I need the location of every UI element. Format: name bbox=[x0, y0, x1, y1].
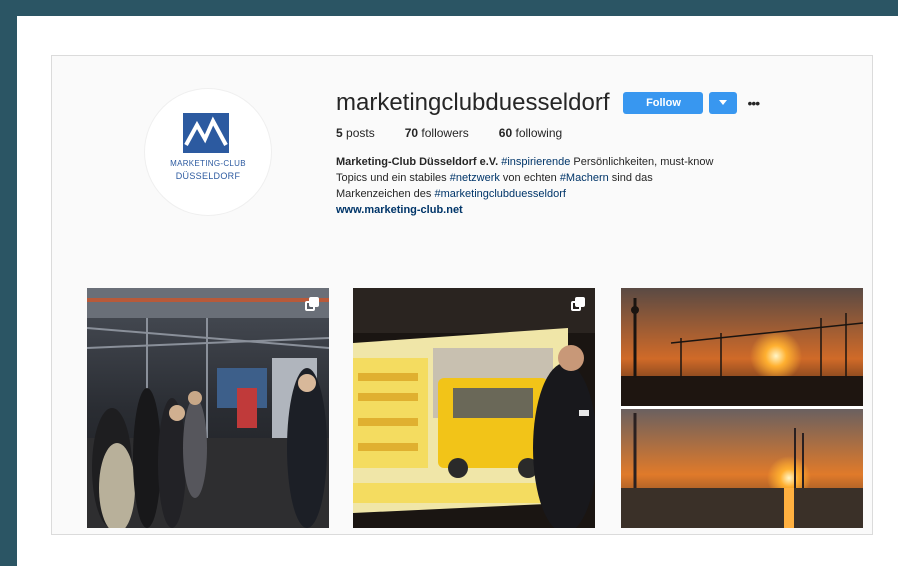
event-hall-photo bbox=[87, 288, 329, 528]
avatar[interactable]: MARKETING-CLUB DÜSSELDORF bbox=[145, 89, 271, 215]
multiple-photos-icon bbox=[571, 297, 585, 311]
multiple-photos-icon bbox=[305, 297, 319, 311]
post-thumbnail-3[interactable] bbox=[621, 288, 863, 528]
posts-count: 5 posts bbox=[336, 126, 375, 140]
screenshot-frame: MARKETING-CLUB DÜSSELDORF marketingclubd… bbox=[17, 16, 898, 566]
mountain-logo-icon bbox=[183, 113, 229, 153]
post-thumbnail-2[interactable] bbox=[353, 288, 595, 528]
logo-text-line1: MARKETING-CLUB bbox=[170, 159, 246, 168]
profile-info: marketingclubduesseldorf Follow ••• 5 po… bbox=[336, 86, 856, 216]
hashtag-link[interactable]: #Machern bbox=[560, 172, 609, 184]
logo-text-line2: DÜSSELDORF bbox=[175, 171, 241, 181]
instagram-profile-card: MARKETING-CLUB DÜSSELDORF marketingclubd… bbox=[51, 55, 873, 535]
following-count[interactable]: 60 following bbox=[499, 126, 562, 140]
bio-text: Topics und ein stabiles bbox=[336, 172, 450, 184]
hashtag-link[interactable]: #marketingclubduesseldorf bbox=[434, 188, 565, 200]
followers-label: followers bbox=[421, 126, 469, 140]
chevron-down-icon bbox=[719, 100, 728, 105]
post-thumbnail-1[interactable] bbox=[87, 288, 329, 528]
username: marketingclubduesseldorf bbox=[336, 89, 610, 116]
hashtag-link[interactable]: #netzwerk bbox=[450, 172, 500, 184]
following-label: following bbox=[515, 126, 563, 140]
full-name: Marketing-Club Düsseldorf e.V. bbox=[336, 156, 499, 168]
sunset-photo bbox=[621, 288, 863, 528]
posts-number: 5 bbox=[336, 126, 343, 140]
follow-button[interactable]: Follow bbox=[623, 92, 704, 114]
suggestions-dropdown-button[interactable] bbox=[709, 92, 738, 114]
name-row: marketingclubduesseldorf Follow ••• bbox=[336, 86, 856, 120]
bio-text: Markenzeichen des bbox=[336, 188, 435, 200]
bio-text: sind das bbox=[608, 172, 653, 184]
followers-number: 70 bbox=[404, 126, 419, 140]
ellipsis-icon[interactable]: ••• bbox=[747, 95, 760, 111]
posts-label: posts bbox=[346, 126, 375, 140]
bio: Marketing-Club Düsseldorf e.V. #inspirie… bbox=[336, 154, 836, 202]
hashtag-link[interactable]: #inspirierende bbox=[501, 156, 570, 168]
followers-count[interactable]: 70 followers bbox=[405, 126, 469, 140]
profile-stats: 5 posts 70 followers 60 following bbox=[336, 126, 856, 140]
website-link[interactable]: www.marketing-club.net bbox=[336, 204, 856, 216]
bio-text: von echten bbox=[499, 172, 560, 184]
presentation-photo bbox=[353, 288, 595, 528]
bio-text: Persönlichkeiten, must-know bbox=[570, 156, 714, 168]
following-number: 60 bbox=[498, 126, 513, 140]
